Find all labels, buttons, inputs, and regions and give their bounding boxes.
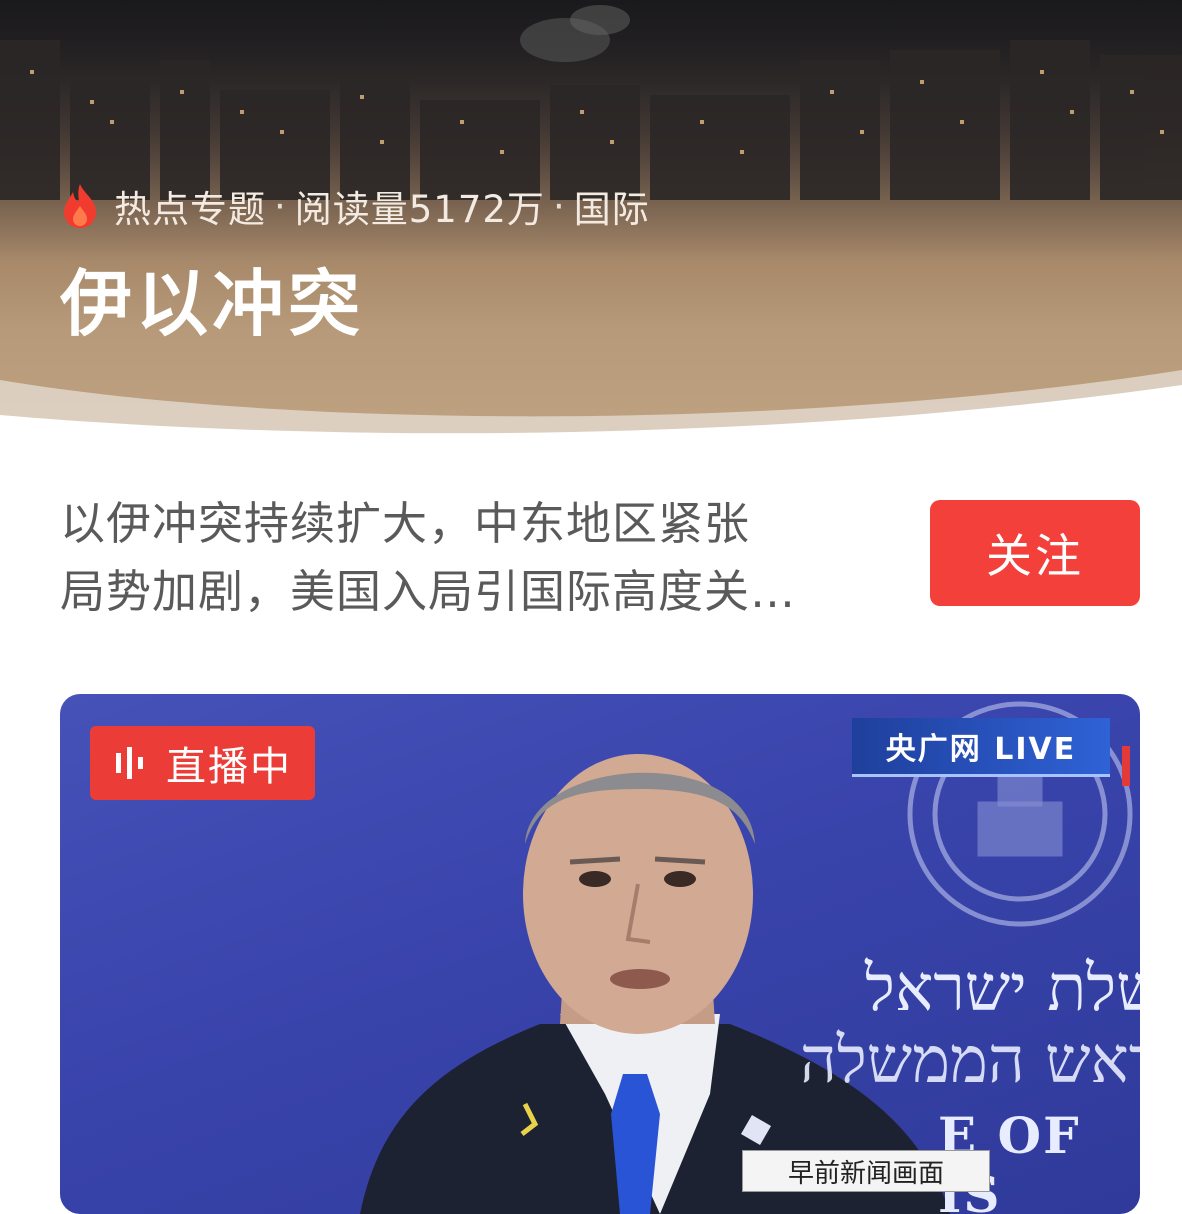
backdrop-hebrew-text: ראש הממשלה — [800, 1024, 1140, 1098]
flame-icon — [64, 184, 96, 228]
topic-description: 以伊冲突持续扩大，中东地区紧张 局势加剧，美国入局引国际高度关… — [60, 490, 890, 626]
meta-separator: · — [552, 184, 566, 228]
live-status-badge: 直播中 — [90, 726, 315, 800]
category-label: 国际 — [573, 188, 650, 231]
channel-logo: 央广网 LIVE — [852, 718, 1110, 777]
video-caption: 早前新闻画面 — [742, 1150, 990, 1192]
read-count: 阅读量5172万 — [294, 188, 545, 231]
backdrop-hebrew-text: ממשלת ישראל — [865, 952, 1140, 1026]
meta-separator: · — [274, 184, 287, 228]
topic-title: 伊以冲突 — [60, 262, 365, 346]
description-line: 局势加剧，美国入局引国际高度关… — [60, 565, 797, 618]
live-video-card[interactable]: 直播中 央广网 LIVE ממשלת ישראל ראש הממשלה E OF… — [60, 694, 1140, 1214]
hero-wave-divider — [0, 370, 1182, 440]
hot-topic-label: 热点专题 — [114, 188, 266, 231]
topic-meta-row: 热点专题 · 阅读量5172万 · 国际 — [60, 178, 650, 234]
topic-hero-banner: 热点专题 · 阅读量5172万 · 国际 伊以冲突 — [0, 0, 1182, 440]
description-line: 以伊冲突持续扩大，中东地区紧张 — [60, 497, 751, 550]
follow-button[interactable]: 关注 — [930, 500, 1140, 606]
live-audio-bars-icon — [116, 747, 143, 779]
live-label: 直播中 — [166, 744, 292, 790]
